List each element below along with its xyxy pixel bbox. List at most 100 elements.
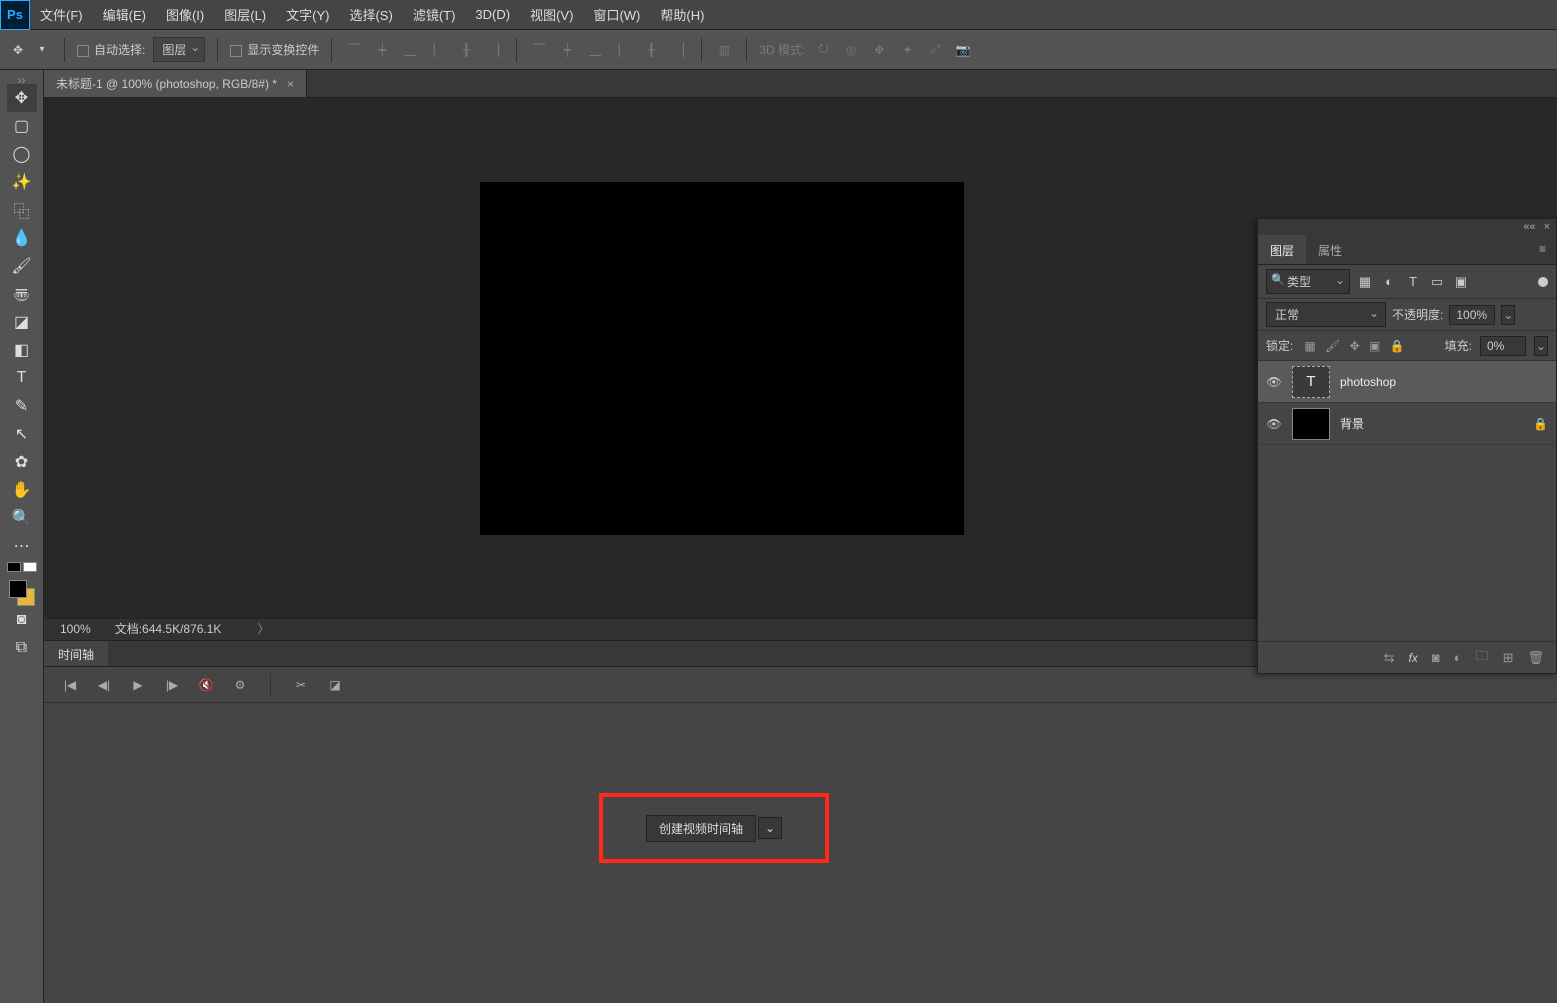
new-layer-icon[interactable]: ⊞ [1503, 650, 1514, 666]
fill-value[interactable]: 0% [1480, 336, 1526, 356]
zoom-tool[interactable]: 🔍 [7, 504, 37, 532]
delete-layer-icon[interactable]: 🗑 [1527, 650, 1544, 666]
fill-dropdown-icon[interactable]: ⌄ [1534, 336, 1548, 356]
eraser-tool[interactable]: ◪ [7, 308, 37, 336]
filter-pixel-icon[interactable]: ▦ [1356, 273, 1374, 291]
show-transform-checkbox[interactable]: 显示变换控件 [230, 41, 319, 58]
3d-zoom-icon[interactable]: ⤢ [925, 40, 945, 60]
opacity-value[interactable]: 100% [1449, 305, 1495, 325]
layers-tab[interactable]: 图层 [1258, 235, 1306, 264]
clone-stamp-tool[interactable]: 〠 [7, 280, 37, 308]
layer-thumbnail[interactable]: T [1292, 366, 1330, 398]
type-tool[interactable]: T [7, 364, 37, 392]
more-tools-icon[interactable]: ⋯ [7, 532, 37, 560]
marquee-tool[interactable]: ▢ [7, 112, 37, 140]
step-back-icon[interactable]: ◀| [96, 678, 112, 692]
shape-tool[interactable]: ✿ [7, 448, 37, 476]
create-video-timeline-button[interactable]: 创建视频时间轴 [646, 815, 756, 842]
auto-align-icon[interactable]: ▥ [714, 40, 734, 60]
visibility-toggle-icon[interactable]: 👁 [1266, 375, 1282, 389]
align-left-icon[interactable]: ▏ [428, 40, 448, 60]
distribute-bottom-icon[interactable]: ⎽ [585, 40, 605, 60]
layer-row[interactable]: 👁 背景 🔒 [1258, 403, 1556, 445]
menu-layer[interactable]: 图层(L) [214, 0, 276, 31]
menu-edit[interactable]: 编辑(E) [93, 0, 156, 31]
3d-slide-icon[interactable]: ✦ [897, 40, 917, 60]
distribute-left-icon[interactable]: ▏ [613, 40, 633, 60]
distribute-vmid-icon[interactable]: ┿ [557, 40, 577, 60]
align-hmid-icon[interactable]: ╂ [456, 40, 476, 60]
menu-filter[interactable]: 滤镜(T) [403, 0, 466, 31]
auto-select-target-dropdown[interactable]: 图层 [153, 37, 205, 62]
distribute-top-icon[interactable]: ⎺ [529, 40, 549, 60]
document-tab[interactable]: 未标题-1 @ 100% (photoshop, RGB/8#) * × [44, 70, 307, 97]
link-layers-icon[interactable]: ⇆ [1384, 650, 1395, 666]
move-tool-icon[interactable]: ✥ [8, 40, 28, 60]
opacity-dropdown-icon[interactable]: ⌄ [1501, 305, 1515, 325]
filter-shape-icon[interactable]: ▭ [1428, 273, 1446, 291]
crop-tool[interactable]: ⿻ [7, 196, 37, 224]
foreground-color-swatch[interactable] [9, 580, 27, 598]
add-adjustment-icon[interactable]: ◐ [1454, 650, 1462, 665]
menu-help[interactable]: 帮助(H) [650, 0, 714, 31]
3d-pan-icon[interactable]: ✥ [869, 40, 889, 60]
align-vmid-icon[interactable]: ┿ [372, 40, 392, 60]
path-select-tool[interactable]: ↖ [7, 420, 37, 448]
filter-smart-icon[interactable]: ▣ [1452, 273, 1470, 291]
filter-text-icon[interactable]: T [1404, 273, 1422, 291]
filter-adjust-icon[interactable]: ◐ [1380, 273, 1398, 291]
magic-wand-tool[interactable]: ✨ [7, 168, 37, 196]
distribute-hmid-icon[interactable]: ╂ [641, 40, 661, 60]
color-swatch[interactable] [9, 580, 35, 606]
layer-name[interactable]: 背景 [1340, 415, 1364, 432]
align-right-icon[interactable]: ▕ [484, 40, 504, 60]
properties-tab[interactable]: 属性 [1306, 235, 1354, 264]
lock-artboard-icon[interactable]: ▣ [1369, 339, 1380, 353]
align-bottom-icon[interactable]: ⎽ [400, 40, 420, 60]
ps-logo-icon[interactable]: Ps [0, 0, 30, 30]
3d-roll-icon[interactable]: ◎ [841, 40, 861, 60]
menu-view[interactable]: 视图(V) [520, 0, 583, 31]
menu-window[interactable]: 窗口(W) [583, 0, 650, 31]
move-tool[interactable]: ✥ [7, 84, 37, 112]
3d-camera-icon[interactable]: 📷 [953, 40, 973, 60]
filter-toggle-icon[interactable] [1538, 277, 1548, 287]
hand-tool[interactable]: ✋ [7, 476, 37, 504]
pen-tool[interactable]: ✎ [7, 392, 37, 420]
step-forward-icon[interactable]: |▶ [164, 678, 180, 692]
menu-3d[interactable]: 3D(D) [465, 0, 520, 29]
gradient-tool[interactable]: ◧ [7, 336, 37, 364]
menu-select[interactable]: 选择(S) [339, 0, 402, 31]
timeline-settings-icon[interactable]: ⚙ [232, 678, 248, 692]
3d-orbit-icon[interactable]: ⭮ [813, 40, 833, 60]
menu-type[interactable]: 文字(Y) [276, 0, 339, 31]
blend-mode-dropdown[interactable]: 正常 [1266, 302, 1386, 327]
menu-image[interactable]: 图像(I) [156, 0, 214, 31]
toolstrip-expand-icon[interactable]: ›› [6, 76, 38, 84]
timeline-tab[interactable]: 时间轴 [44, 641, 108, 666]
lock-position-icon[interactable]: ✥ [1350, 339, 1360, 353]
close-tab-icon[interactable]: × [287, 77, 294, 91]
auto-select-checkbox[interactable]: 自动选择: [77, 41, 145, 58]
create-timeline-dropdown[interactable]: ⌄ [758, 817, 782, 839]
lock-transparency-icon[interactable]: ▦ [1304, 339, 1315, 353]
align-top-icon[interactable]: ⎺ [344, 40, 364, 60]
brush-tool[interactable]: 🖌 [7, 252, 37, 280]
screen-mode-tool[interactable]: ⧉ [7, 634, 37, 662]
visibility-toggle-icon[interactable]: 👁 [1266, 417, 1282, 431]
eyedropper-tool[interactable]: 💧 [7, 224, 37, 252]
lock-all-icon[interactable]: 🔒 [1390, 339, 1405, 353]
layer-fx-icon[interactable]: fx [1409, 650, 1418, 665]
quick-mask-tool[interactable]: ◙ [7, 606, 37, 634]
layer-name[interactable]: photoshop [1340, 375, 1396, 389]
menu-file[interactable]: 文件(F) [30, 0, 93, 31]
lock-pixels-icon[interactable]: 🖌 [1325, 339, 1340, 353]
status-menu-icon[interactable]: 〉 [257, 620, 269, 637]
options-dropdown-icon[interactable]: ▾ [32, 40, 52, 60]
lasso-tool[interactable]: ◯ [7, 140, 37, 168]
document-canvas[interactable] [480, 182, 964, 535]
distribute-right-icon[interactable]: ▕ [669, 40, 689, 60]
transition-icon[interactable]: ◪ [327, 678, 343, 692]
zoom-level[interactable]: 100% [60, 622, 91, 636]
doc-size[interactable]: 文档:644.5K/876.1K [115, 620, 222, 637]
